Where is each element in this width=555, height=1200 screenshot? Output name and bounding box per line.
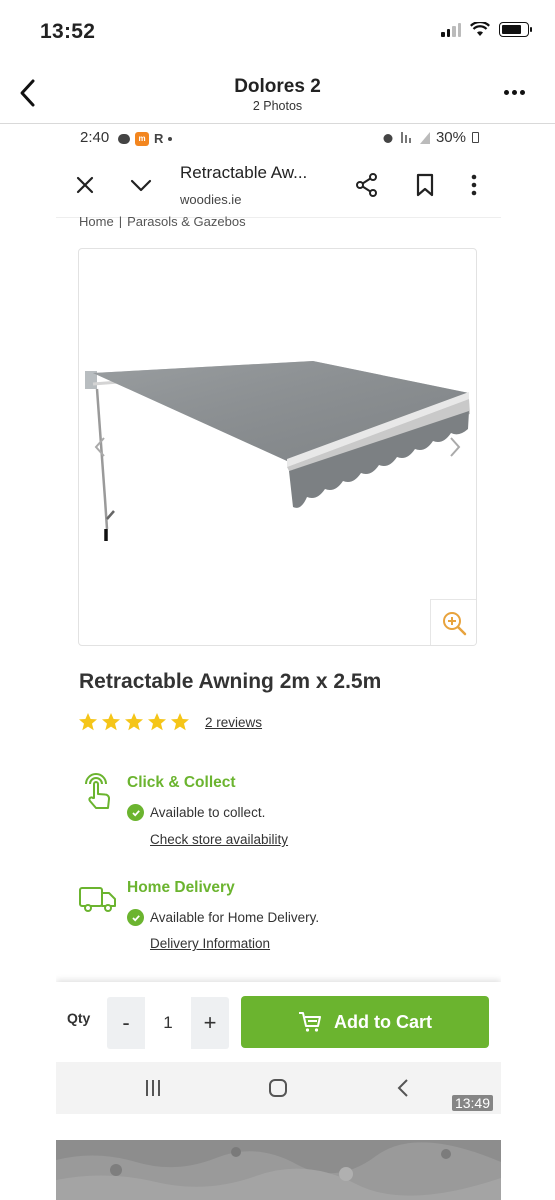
- star-icon: [79, 713, 97, 731]
- star-icon: [148, 713, 166, 731]
- app-notification-icon: m: [135, 131, 149, 146]
- recent-apps-icon[interactable]: [146, 1080, 160, 1096]
- check-icon: [127, 804, 144, 821]
- carousel-next-icon[interactable]: [446, 435, 464, 459]
- album-title: Dolores 2: [234, 76, 321, 97]
- battery-percent: 30%: [435, 129, 466, 146]
- check-store-availability-link[interactable]: Check store availability: [150, 832, 288, 847]
- video-duration: 13:49: [451, 1095, 493, 1111]
- android-battery-icon: [472, 132, 479, 143]
- star-icon: [171, 713, 189, 731]
- android-status-right: 30%: [382, 129, 479, 146]
- rating-stars: [78, 712, 190, 732]
- ios-clock: 13:52: [40, 20, 96, 43]
- more-options-icon[interactable]: [504, 90, 525, 95]
- stucco-texture-image: [56, 1140, 501, 1200]
- bookmark-icon[interactable]: [412, 172, 438, 198]
- home-delivery-status-text: Available for Home Delivery.: [150, 910, 320, 925]
- add-to-cart-label: Add to Cart: [334, 1011, 432, 1032]
- android-navigation-bar: 13:49: [56, 1062, 501, 1114]
- awning-product-image: [85, 361, 470, 541]
- page-url: woodies.ie: [180, 192, 242, 207]
- breadcrumb: Home | Parasols & Gazebos: [79, 216, 246, 228]
- increase-qty-button[interactable]: +: [191, 997, 229, 1049]
- reviews-link[interactable]: 2 reviews: [205, 715, 262, 730]
- delivery-information-link[interactable]: Delivery Information: [150, 936, 270, 951]
- overflow-menu-icon[interactable]: [461, 172, 487, 198]
- click-collect-status-text: Available to collect.: [150, 805, 266, 820]
- message-icon: [118, 133, 130, 144]
- cart-icon: [299, 1012, 321, 1032]
- home-icon[interactable]: [269, 1079, 287, 1097]
- qty-label: Qty: [67, 1010, 91, 1026]
- notification-icons: m R: [118, 131, 173, 146]
- chevron-down-icon[interactable]: [128, 172, 154, 198]
- qty-value[interactable]: 1: [145, 997, 191, 1049]
- breadcrumb-separator: |: [118, 216, 123, 228]
- album-subtitle: 2 Photos: [252, 99, 303, 113]
- android-clock: 2:40: [80, 129, 110, 146]
- android-status-bar: 2:40 m R 30%: [56, 124, 501, 154]
- home-delivery-title: Home Delivery: [127, 879, 235, 896]
- close-icon[interactable]: [72, 172, 98, 198]
- click-collect-status: Available to collect.: [127, 804, 265, 821]
- product-image-carousel[interactable]: [78, 248, 477, 646]
- next-photo-thumbnail[interactable]: [56, 1140, 501, 1200]
- decrease-qty-button[interactable]: -: [107, 997, 145, 1049]
- r-notification-icon: R: [154, 131, 164, 146]
- hand-tap-icon: [85, 773, 110, 809]
- add-to-cart-bar: Qty - 1 + Add to Cart: [56, 982, 501, 1062]
- custom-tab-toolbar: Retractable Aw... woodies.ie: [56, 154, 501, 218]
- wifi-icon: [470, 22, 490, 36]
- star-icon: [125, 713, 143, 731]
- alarm-icon: [383, 133, 393, 143]
- check-icon: [127, 909, 144, 926]
- ios-navigation-bar: Dolores 2 2 Photos: [0, 62, 555, 124]
- cellular-signal-icon: [441, 22, 461, 37]
- android-back-icon[interactable]: [396, 1078, 410, 1098]
- delivery-truck-icon: [79, 887, 116, 912]
- ios-status-bar: 13:52: [0, 0, 555, 62]
- breadcrumb-home[interactable]: Home: [79, 216, 114, 228]
- battery-icon: [499, 22, 532, 37]
- signal-icon: [419, 131, 430, 144]
- star-icon: [102, 713, 120, 731]
- more-notifications-dot: [168, 136, 173, 141]
- share-icon[interactable]: [354, 172, 380, 198]
- breadcrumb-category[interactable]: Parasols & Gazebos: [127, 216, 246, 228]
- page-tab-title: Retractable Aw...: [180, 163, 308, 182]
- quantity-stepper[interactable]: - 1 +: [107, 997, 229, 1049]
- add-to-cart-button[interactable]: Add to Cart: [241, 996, 489, 1048]
- click-collect-title: Click & Collect: [127, 774, 236, 791]
- ios-status-icons: [441, 22, 532, 37]
- carousel-prev-icon[interactable]: [91, 435, 109, 459]
- zoom-in-icon: [442, 611, 466, 635]
- zoom-button[interactable]: [430, 599, 476, 645]
- home-delivery-status: Available for Home Delivery.: [127, 909, 319, 926]
- network-icon: [400, 132, 411, 143]
- photo-viewer: 2:40 m R 30% Retractable Aw... woodies.i…: [56, 124, 501, 1114]
- product-title: Retractable Awning 2m x 2.5m: [79, 670, 382, 693]
